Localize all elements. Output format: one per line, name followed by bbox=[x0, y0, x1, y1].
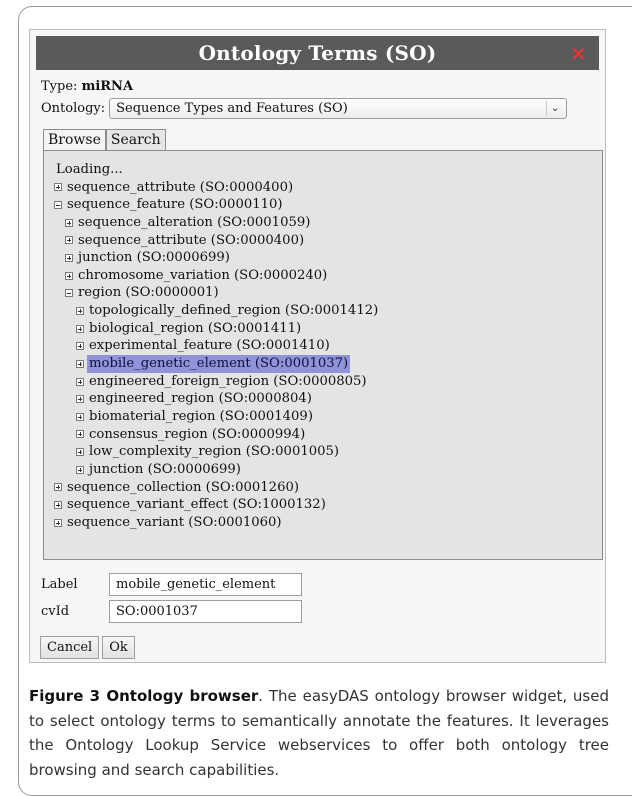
tree-node[interactable]: experimental_feature (SO:0001410) bbox=[54, 337, 602, 355]
tree-node[interactable]: sequence_attribute (SO:0000400) bbox=[54, 232, 602, 250]
expand-icon[interactable] bbox=[54, 483, 62, 492]
tree-node-label[interactable]: biological_region (SO:0001411) bbox=[87, 320, 303, 338]
figure-caption: Figure 3 Ontology browser. The easyDAS o… bbox=[29, 684, 609, 782]
expand-icon[interactable] bbox=[65, 271, 73, 280]
tree-node-label[interactable]: consensus_region (SO:0000994) bbox=[87, 426, 307, 444]
tab-bar: Browse Search bbox=[43, 129, 166, 150]
label-input[interactable]: mobile_genetic_element bbox=[109, 573, 302, 596]
expand-icon[interactable] bbox=[76, 359, 84, 368]
tree-node-label[interactable]: sequence_attribute (SO:0000400) bbox=[76, 232, 306, 250]
tree-node[interactable]: junction (SO:0000699) bbox=[54, 461, 602, 479]
tree-node[interactable]: sequence_alteration (SO:0001059) bbox=[54, 214, 602, 232]
ok-button[interactable]: Ok bbox=[102, 636, 135, 659]
tree-node-label[interactable]: sequence_variant_effect (SO:1000132) bbox=[65, 496, 328, 514]
ontology-tree[interactable]: Loading... sequence_attribute (SO:0000400… bbox=[43, 150, 603, 560]
tree-node-label[interactable]: sequence_attribute (SO:0000400) bbox=[65, 179, 295, 197]
expand-icon[interactable] bbox=[54, 518, 62, 527]
dialog-title: Ontology Terms (SO) bbox=[198, 41, 437, 65]
type-label: Type: bbox=[41, 79, 78, 94]
figure-label: Figure 3 Ontology browser bbox=[29, 687, 259, 705]
tree-node-label[interactable]: region (SO:0000001) bbox=[76, 284, 221, 302]
cvid-row: cvId SO:0001037 bbox=[41, 600, 302, 623]
cancel-button[interactable]: Cancel bbox=[40, 636, 100, 659]
tree-node-label[interactable]: engineered_foreign_region (SO:0000805) bbox=[87, 373, 369, 391]
collapse-icon[interactable] bbox=[54, 201, 62, 210]
expand-icon[interactable] bbox=[76, 448, 84, 457]
expand-icon[interactable] bbox=[54, 183, 62, 192]
expand-icon[interactable] bbox=[76, 430, 84, 439]
cvid-input[interactable]: SO:0001037 bbox=[109, 600, 302, 623]
ontology-label: Ontology: bbox=[41, 101, 106, 116]
chevron-down-icon[interactable]: ⌄ bbox=[546, 101, 563, 116]
expand-icon[interactable] bbox=[76, 412, 84, 421]
tree-node[interactable]: sequence_attribute (SO:0000400) bbox=[54, 179, 602, 197]
tab-search[interactable]: Search bbox=[105, 129, 166, 150]
expand-icon[interactable] bbox=[76, 324, 84, 333]
close-icon[interactable]: ✕ bbox=[570, 42, 587, 66]
tree-node[interactable]: engineered_foreign_region (SO:0000805) bbox=[54, 373, 602, 391]
tree-node[interactable]: region (SO:0000001) bbox=[54, 284, 602, 302]
tree-node[interactable]: low_complexity_region (SO:0001005) bbox=[54, 443, 602, 461]
tree-node-label[interactable]: sequence_variant (SO:0001060) bbox=[65, 514, 284, 532]
tree-status: Loading... bbox=[54, 161, 602, 179]
tree-node[interactable]: engineered_region (SO:0000804) bbox=[54, 390, 602, 408]
ontology-dialog: Ontology Terms (SO) ✕ Type: miRNA Ontolo… bbox=[29, 29, 606, 663]
tree-node[interactable]: sequence_variant (SO:0001060) bbox=[54, 514, 602, 532]
tree-node-label[interactable]: engineered_region (SO:0000804) bbox=[87, 390, 314, 408]
label-field-label: Label bbox=[41, 577, 78, 592]
tree-node[interactable]: mobile_genetic_element (SO:0001037) bbox=[54, 355, 602, 373]
tree-node-label-selected[interactable]: mobile_genetic_element (SO:0001037) bbox=[87, 355, 351, 373]
tree-node[interactable]: sequence_variant_effect (SO:1000132) bbox=[54, 496, 602, 514]
tree-node[interactable]: sequence_collection (SO:0001260) bbox=[54, 479, 602, 497]
tree-node-label[interactable]: sequence_feature (SO:0000110) bbox=[65, 196, 285, 214]
type-row: Type: miRNA bbox=[41, 79, 133, 94]
expand-icon[interactable] bbox=[76, 377, 84, 386]
collapse-icon[interactable] bbox=[65, 289, 73, 298]
expand-icon[interactable] bbox=[76, 465, 84, 474]
tree-node[interactable]: topologically_defined_region (SO:0001412… bbox=[54, 302, 602, 320]
tree-node[interactable]: consensus_region (SO:0000994) bbox=[54, 426, 602, 444]
type-value: miRNA bbox=[81, 79, 134, 94]
tree-node-label[interactable]: biomaterial_region (SO:0001409) bbox=[87, 408, 315, 426]
expand-icon[interactable] bbox=[76, 395, 84, 404]
tree-node[interactable]: junction (SO:0000699) bbox=[54, 249, 602, 267]
tree-node[interactable]: biological_region (SO:0001411) bbox=[54, 320, 602, 338]
tree-node-label[interactable]: junction (SO:0000699) bbox=[76, 249, 232, 267]
tree-node-label[interactable]: sequence_alteration (SO:0001059) bbox=[76, 214, 312, 232]
tab-browse[interactable]: Browse bbox=[43, 129, 106, 150]
dialog-buttons: Cancel Ok bbox=[40, 636, 135, 659]
tree-node[interactable]: chromosome_variation (SO:0000240) bbox=[54, 267, 602, 285]
label-row: Label mobile_genetic_element bbox=[41, 573, 302, 596]
tree-node-label[interactable]: low_complexity_region (SO:0001005) bbox=[87, 443, 341, 461]
expand-icon[interactable] bbox=[76, 306, 84, 315]
expand-icon[interactable] bbox=[65, 254, 73, 263]
ontology-selected-value: Sequence Types and Features (SO) bbox=[116, 101, 348, 116]
ontology-select[interactable]: Sequence Types and Features (SO) ⌄ bbox=[109, 98, 568, 119]
tree-node-label[interactable]: junction (SO:0000699) bbox=[87, 461, 243, 479]
tree-node-label[interactable]: sequence_collection (SO:0001260) bbox=[65, 479, 301, 497]
dialog-titlebar[interactable]: Ontology Terms (SO) ✕ bbox=[36, 36, 599, 70]
tree-node-label: Loading... bbox=[56, 162, 123, 177]
ontology-row: Ontology: Sequence Types and Features (S… bbox=[41, 98, 568, 119]
cvid-field-label: cvId bbox=[41, 604, 70, 619]
tree-node-label[interactable]: chromosome_variation (SO:0000240) bbox=[76, 267, 329, 285]
tree-node-label[interactable]: topologically_defined_region (SO:0001412… bbox=[87, 302, 380, 320]
expand-icon[interactable] bbox=[54, 500, 62, 509]
tree-node-label[interactable]: experimental_feature (SO:0001410) bbox=[87, 337, 332, 355]
expand-icon[interactable] bbox=[76, 342, 84, 351]
tree-node[interactable]: sequence_feature (SO:0000110) bbox=[54, 196, 602, 214]
expand-icon[interactable] bbox=[65, 236, 73, 245]
tree-node[interactable]: biomaterial_region (SO:0001409) bbox=[54, 408, 602, 426]
expand-icon[interactable] bbox=[65, 218, 73, 227]
